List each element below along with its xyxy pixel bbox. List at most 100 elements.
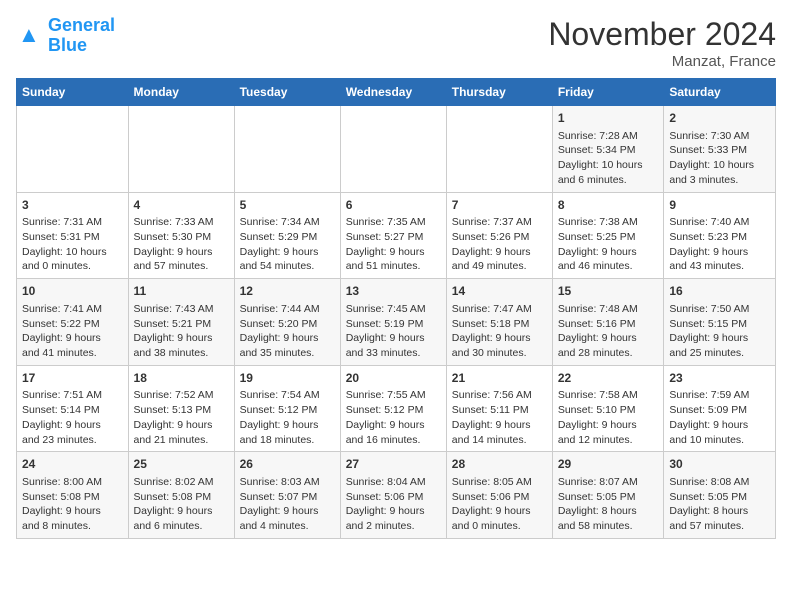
day-info: and 21 minutes. <box>134 433 229 448</box>
logo-line2: Blue <box>48 35 87 55</box>
day-info: Daylight: 9 hours <box>452 245 547 260</box>
page-header: ▲ General Blue November 2024 Manzat, Fra… <box>16 16 776 70</box>
calendar-cell: 1Sunrise: 7:28 AMSunset: 5:34 PMDaylight… <box>552 106 664 193</box>
calendar-week-row: 17Sunrise: 7:51 AMSunset: 5:14 PMDayligh… <box>17 365 776 452</box>
day-info: and 0 minutes. <box>452 519 547 534</box>
day-info: Sunrise: 7:38 AM <box>558 215 659 230</box>
day-info: Daylight: 9 hours <box>22 418 123 433</box>
day-info: Sunrise: 7:52 AM <box>134 388 229 403</box>
day-number: 15 <box>558 283 659 300</box>
day-info: and 23 minutes. <box>22 433 123 448</box>
day-number: 16 <box>669 283 770 300</box>
calendar-cell: 26Sunrise: 8:03 AMSunset: 5:07 PMDayligh… <box>234 452 340 539</box>
day-info: Sunrise: 8:04 AM <box>346 475 441 490</box>
day-info: and 46 minutes. <box>558 259 659 274</box>
calendar-cell: 19Sunrise: 7:54 AMSunset: 5:12 PMDayligh… <box>234 365 340 452</box>
day-info: Sunset: 5:21 PM <box>134 317 229 332</box>
calendar-header-row: SundayMondayTuesdayWednesdayThursdayFrid… <box>17 79 776 106</box>
day-info: Sunset: 5:10 PM <box>558 403 659 418</box>
calendar-cell: 30Sunrise: 8:08 AMSunset: 5:05 PMDayligh… <box>664 452 776 539</box>
day-info: Daylight: 9 hours <box>558 331 659 346</box>
title-block: November 2024 Manzat, France <box>548 16 776 70</box>
day-info: Daylight: 8 hours <box>558 504 659 519</box>
day-info: and 14 minutes. <box>452 433 547 448</box>
day-number: 25 <box>134 456 229 473</box>
day-info: Sunrise: 7:40 AM <box>669 215 770 230</box>
day-info: Sunset: 5:07 PM <box>240 490 335 505</box>
day-number: 2 <box>669 110 770 127</box>
day-number: 18 <box>134 370 229 387</box>
calendar-cell: 24Sunrise: 8:00 AMSunset: 5:08 PMDayligh… <box>17 452 129 539</box>
day-info: Daylight: 9 hours <box>669 418 770 433</box>
column-header-saturday: Saturday <box>664 79 776 106</box>
day-info: Sunset: 5:18 PM <box>452 317 547 332</box>
day-info: Sunrise: 7:43 AM <box>134 302 229 317</box>
calendar-cell: 15Sunrise: 7:48 AMSunset: 5:16 PMDayligh… <box>552 279 664 366</box>
day-number: 23 <box>669 370 770 387</box>
day-info: and 54 minutes. <box>240 259 335 274</box>
day-info: Daylight: 9 hours <box>558 418 659 433</box>
day-info: Daylight: 9 hours <box>346 331 441 346</box>
day-info: Sunset: 5:11 PM <box>452 403 547 418</box>
day-info: Sunset: 5:30 PM <box>134 230 229 245</box>
day-info: Sunset: 5:22 PM <box>22 317 123 332</box>
column-header-monday: Monday <box>128 79 234 106</box>
day-info: Daylight: 9 hours <box>134 331 229 346</box>
day-info: Sunset: 5:15 PM <box>669 317 770 332</box>
day-info: Sunrise: 7:55 AM <box>346 388 441 403</box>
calendar-cell <box>17 106 129 193</box>
day-number: 27 <box>346 456 441 473</box>
day-number: 5 <box>240 197 335 214</box>
day-info: Sunrise: 7:35 AM <box>346 215 441 230</box>
day-info: and 38 minutes. <box>134 346 229 361</box>
day-info: Sunrise: 7:33 AM <box>134 215 229 230</box>
calendar-cell: 16Sunrise: 7:50 AMSunset: 5:15 PMDayligh… <box>664 279 776 366</box>
column-header-friday: Friday <box>552 79 664 106</box>
day-info: Sunset: 5:05 PM <box>558 490 659 505</box>
day-number: 4 <box>134 197 229 214</box>
calendar-cell: 27Sunrise: 8:04 AMSunset: 5:06 PMDayligh… <box>340 452 446 539</box>
day-info: and 8 minutes. <box>22 519 123 534</box>
day-info: Daylight: 9 hours <box>346 418 441 433</box>
day-info: and 2 minutes. <box>346 519 441 534</box>
day-info: Sunrise: 7:45 AM <box>346 302 441 317</box>
day-info: and 58 minutes. <box>558 519 659 534</box>
day-info: Daylight: 9 hours <box>240 331 335 346</box>
day-info: Daylight: 9 hours <box>134 504 229 519</box>
column-header-thursday: Thursday <box>446 79 552 106</box>
svg-text:▲: ▲ <box>18 22 40 47</box>
day-info: Daylight: 9 hours <box>240 418 335 433</box>
day-number: 3 <box>22 197 123 214</box>
day-info: Daylight: 10 hours <box>669 158 770 173</box>
day-info: Sunrise: 7:44 AM <box>240 302 335 317</box>
calendar-cell <box>234 106 340 193</box>
day-info: Sunrise: 8:03 AM <box>240 475 335 490</box>
day-info: and 57 minutes. <box>134 259 229 274</box>
day-number: 26 <box>240 456 335 473</box>
day-info: Sunset: 5:12 PM <box>240 403 335 418</box>
day-info: Sunrise: 7:59 AM <box>669 388 770 403</box>
day-info: Sunset: 5:08 PM <box>134 490 229 505</box>
day-number: 9 <box>669 197 770 214</box>
day-info: and 57 minutes. <box>669 519 770 534</box>
day-number: 7 <box>452 197 547 214</box>
day-info: Sunset: 5:26 PM <box>452 230 547 245</box>
day-info: Sunset: 5:19 PM <box>346 317 441 332</box>
day-info: Daylight: 9 hours <box>452 418 547 433</box>
day-number: 6 <box>346 197 441 214</box>
day-info: Daylight: 9 hours <box>134 418 229 433</box>
day-info: Sunrise: 8:00 AM <box>22 475 123 490</box>
day-number: 24 <box>22 456 123 473</box>
day-info: Daylight: 9 hours <box>22 504 123 519</box>
day-info: Sunrise: 7:34 AM <box>240 215 335 230</box>
day-info: Daylight: 9 hours <box>558 245 659 260</box>
calendar-cell <box>446 106 552 193</box>
day-number: 8 <box>558 197 659 214</box>
day-info: Sunrise: 7:37 AM <box>452 215 547 230</box>
logo-line1: General <box>48 15 115 35</box>
day-info: and 25 minutes. <box>669 346 770 361</box>
day-info: Sunrise: 8:07 AM <box>558 475 659 490</box>
day-number: 10 <box>22 283 123 300</box>
calendar-cell: 8Sunrise: 7:38 AMSunset: 5:25 PMDaylight… <box>552 192 664 279</box>
calendar-cell: 28Sunrise: 8:05 AMSunset: 5:06 PMDayligh… <box>446 452 552 539</box>
